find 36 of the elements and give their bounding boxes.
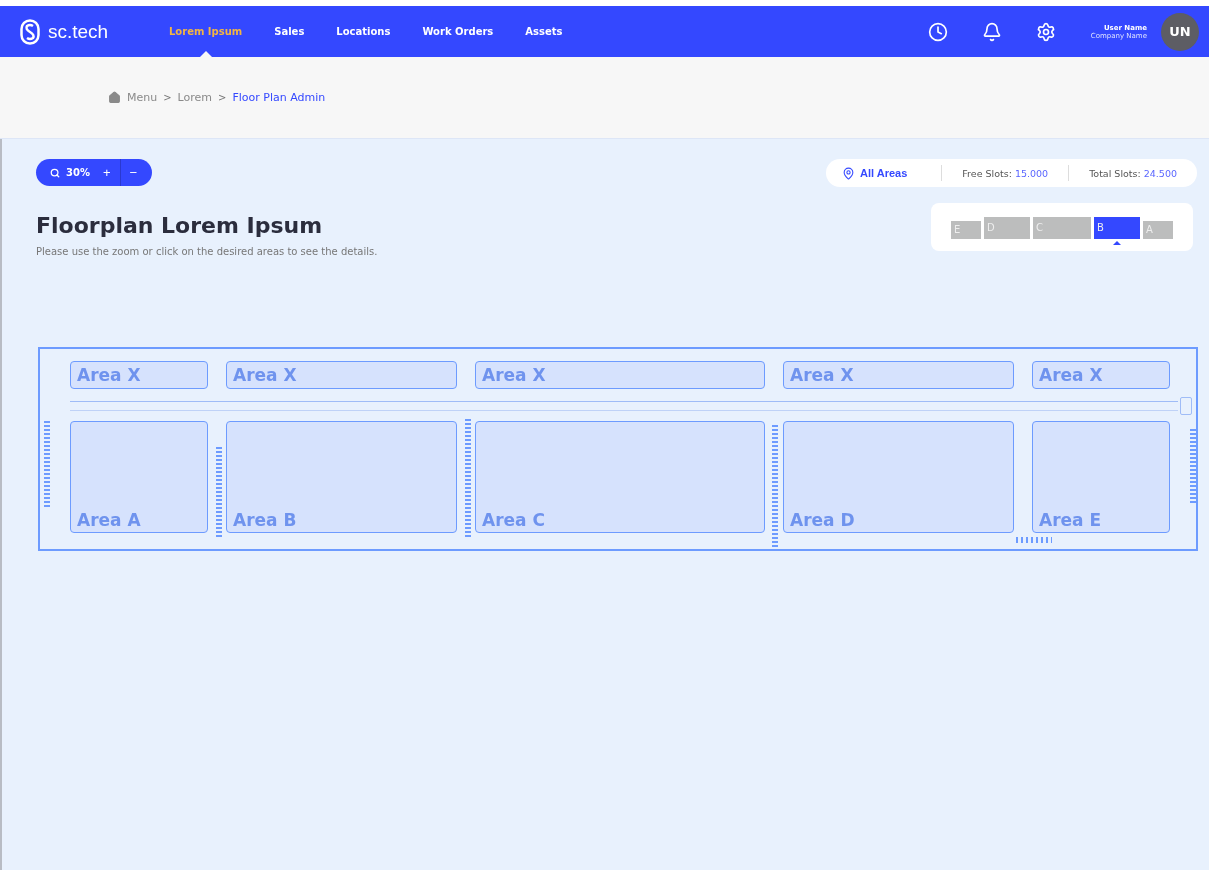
breadcrumb-separator: > <box>218 92 227 103</box>
filter-label: All Areas <box>860 167 908 179</box>
area-block[interactable]: Area X <box>783 361 1014 389</box>
area-block[interactable]: Area B <box>226 421 457 533</box>
area-block[interactable]: Area C <box>475 421 765 533</box>
slider-handle[interactable] <box>1180 397 1192 415</box>
zoom-out-button[interactable]: − <box>120 165 147 180</box>
area-block[interactable]: Area X <box>226 361 457 389</box>
zoom-in-button[interactable]: + <box>93 165 120 180</box>
search-icon <box>50 167 60 178</box>
location-pin-icon <box>842 166 855 180</box>
area-block[interactable]: Area A <box>70 421 208 533</box>
breadcrumb-link[interactable]: Floor Plan Admin <box>232 91 326 104</box>
area-block[interactable]: Area X <box>70 361 208 389</box>
breadcrumb-link[interactable]: Lorem <box>177 91 213 104</box>
total-slots: Total Slots: 24.500 <box>1089 167 1177 179</box>
page-subtitle: Please use the zoom or click on the desired areas to see the details. <box>36 246 379 257</box>
area-block[interactable]: Area X <box>1032 361 1170 389</box>
breadcrumb-separator: > <box>163 92 172 103</box>
nav-tab[interactable]: Locations <box>320 6 407 57</box>
zoom-value: 30% <box>66 167 90 178</box>
breadcrumb-link[interactable]: Menu <box>127 91 158 104</box>
brand-name: sc.tech <box>48 20 109 43</box>
area-block[interactable]: Area X <box>475 361 765 389</box>
page-title: Floorplan Lorem Ipsum <box>36 213 323 238</box>
nav-tab[interactable]: Work Orders <box>406 6 510 57</box>
logo-icon <box>20 18 40 45</box>
area-block[interactable]: Area E <box>1032 421 1170 533</box>
pointer-icon <box>1113 241 1121 245</box>
area-filter[interactable]: All Areas <box>842 166 908 180</box>
nav-tab[interactable]: Sales <box>258 6 321 57</box>
nav-tab[interactable]: Assets <box>509 6 579 57</box>
user-avatar[interactable]: UN <box>1161 12 1199 51</box>
free-slots: Free Slots: 15.000 <box>962 167 1049 179</box>
area-block[interactable]: Area D <box>783 421 1014 533</box>
home-icon[interactable] <box>108 91 121 104</box>
